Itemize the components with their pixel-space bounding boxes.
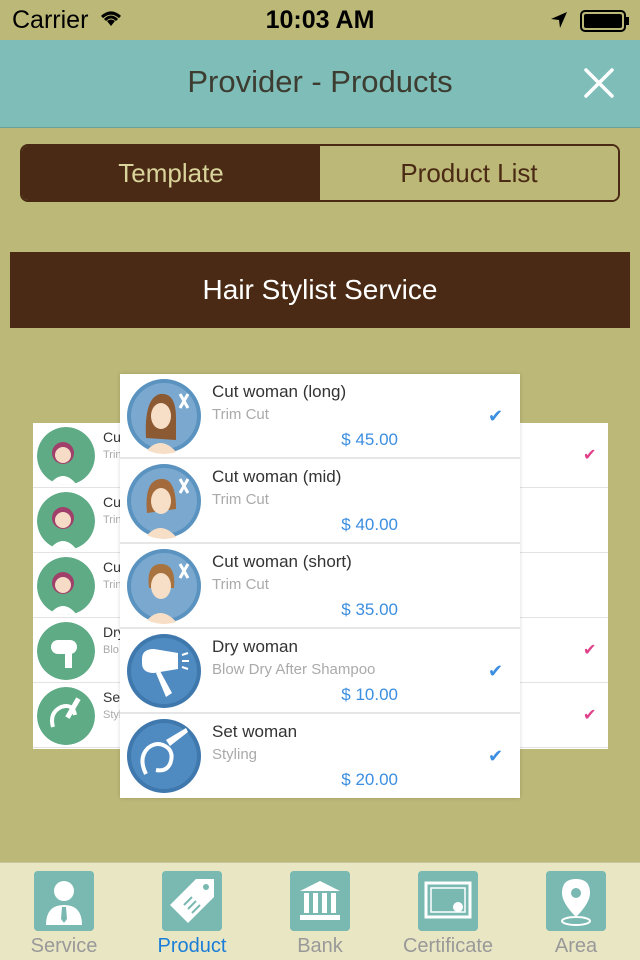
tab-certificate[interactable]: Certificate: [384, 863, 512, 960]
item-subtitle: Styl: [103, 709, 121, 721]
checkmark-icon: ✔: [488, 661, 504, 681]
tab-label: Service: [30, 935, 98, 957]
tab-bank[interactable]: Bank: [256, 863, 384, 960]
hair-dryer-icon: [37, 622, 95, 680]
item-name: Dry woman: [212, 637, 298, 656]
woman-avatar-icon: [37, 557, 95, 615]
clock: 10:03 AM: [265, 6, 375, 34]
list-item: Cut woman (short) Trim Cut $ 35.00: [120, 544, 520, 629]
item-name: Cut woman (short): [212, 552, 352, 571]
page-title: Provider - Products: [187, 64, 453, 99]
item-price: $ 45.00: [341, 430, 398, 449]
item-price: $ 40.00: [341, 515, 398, 534]
tab-label: Bank: [297, 935, 343, 957]
hair-iron-icon: [37, 687, 95, 745]
tab-product[interactable]: Product: [128, 863, 256, 960]
checkmark-icon: ✔: [583, 642, 597, 659]
list-item: Set woman Styling $ 20.00 ✔: [120, 714, 520, 799]
list-item: Cut woman (mid) Trim Cut $ 40.00: [120, 459, 520, 544]
list-item: Cut woman (long) Trim Cut $ 45.00 ✔: [120, 374, 520, 459]
certificate-icon: [418, 871, 478, 931]
map-pin-icon: [546, 871, 606, 931]
battery-icon: [580, 10, 629, 32]
bank-icon: [290, 871, 350, 931]
close-icon[interactable]: [578, 62, 620, 104]
navigation-bar: Provider - Products: [0, 40, 640, 128]
item-subtitle: Trim Cut: [212, 576, 269, 593]
item-name: Set woman: [212, 722, 298, 741]
tab-label: Area: [554, 935, 598, 957]
item-name: Cu: [103, 429, 121, 445]
item-name: Cut woman (mid): [212, 467, 342, 486]
item-name: Cu: [103, 494, 121, 510]
woman-avatar-icon: [37, 492, 95, 550]
item-subtitle: Trin: [103, 579, 121, 591]
tab-area[interactable]: Area: [512, 863, 640, 960]
item-name: Set: [103, 689, 121, 705]
segmented-control: Template Product List: [20, 144, 620, 202]
person-icon: [34, 871, 94, 931]
service-banner: Hair Stylist Service: [10, 252, 630, 328]
location-arrow-icon: [551, 12, 567, 28]
status-bar: Carrier 10:03 AM: [0, 0, 640, 40]
item-subtitle: Trin: [103, 449, 121, 461]
list-item: Dry woman Blow Dry After Shampoo $ 10.00…: [120, 629, 520, 714]
tab-label: Product: [157, 935, 227, 957]
tab-service[interactable]: Service: [0, 863, 128, 960]
item-subtitle: Blo: [103, 644, 119, 656]
tab-bar: Service Product Bank Certificate Area: [0, 862, 640, 960]
item-subtitle: Trin: [103, 514, 121, 526]
segment-template[interactable]: Template: [22, 146, 320, 200]
item-name: Dry: [103, 624, 121, 640]
tag-icon: [162, 871, 222, 931]
checkmark-icon: ✔: [583, 447, 597, 464]
segment-product-list[interactable]: Product List: [320, 146, 618, 200]
item-name: Cu: [103, 559, 121, 575]
item-price: $ 10.00: [341, 685, 398, 704]
woman-avatar-icon: [37, 427, 95, 485]
item-price: $ 20.00: [341, 770, 398, 789]
item-subtitle: Trim Cut: [212, 406, 269, 423]
item-price: $ 35.00: [341, 600, 398, 619]
tab-label: Certificate: [402, 935, 494, 957]
template-preview-front[interactable]: Cut woman (long) Trim Cut $ 45.00 ✔ Cut …: [120, 374, 520, 798]
item-subtitle: Trim Cut: [212, 491, 269, 508]
item-subtitle: Blow Dry After Shampoo: [212, 661, 376, 678]
item-name: Cut woman (long): [212, 382, 347, 401]
checkmark-icon: ✔: [488, 746, 504, 766]
checkmark-icon: ✔: [488, 406, 504, 426]
item-subtitle: Styling: [212, 746, 258, 763]
checkmark-icon: ✔: [583, 707, 597, 724]
